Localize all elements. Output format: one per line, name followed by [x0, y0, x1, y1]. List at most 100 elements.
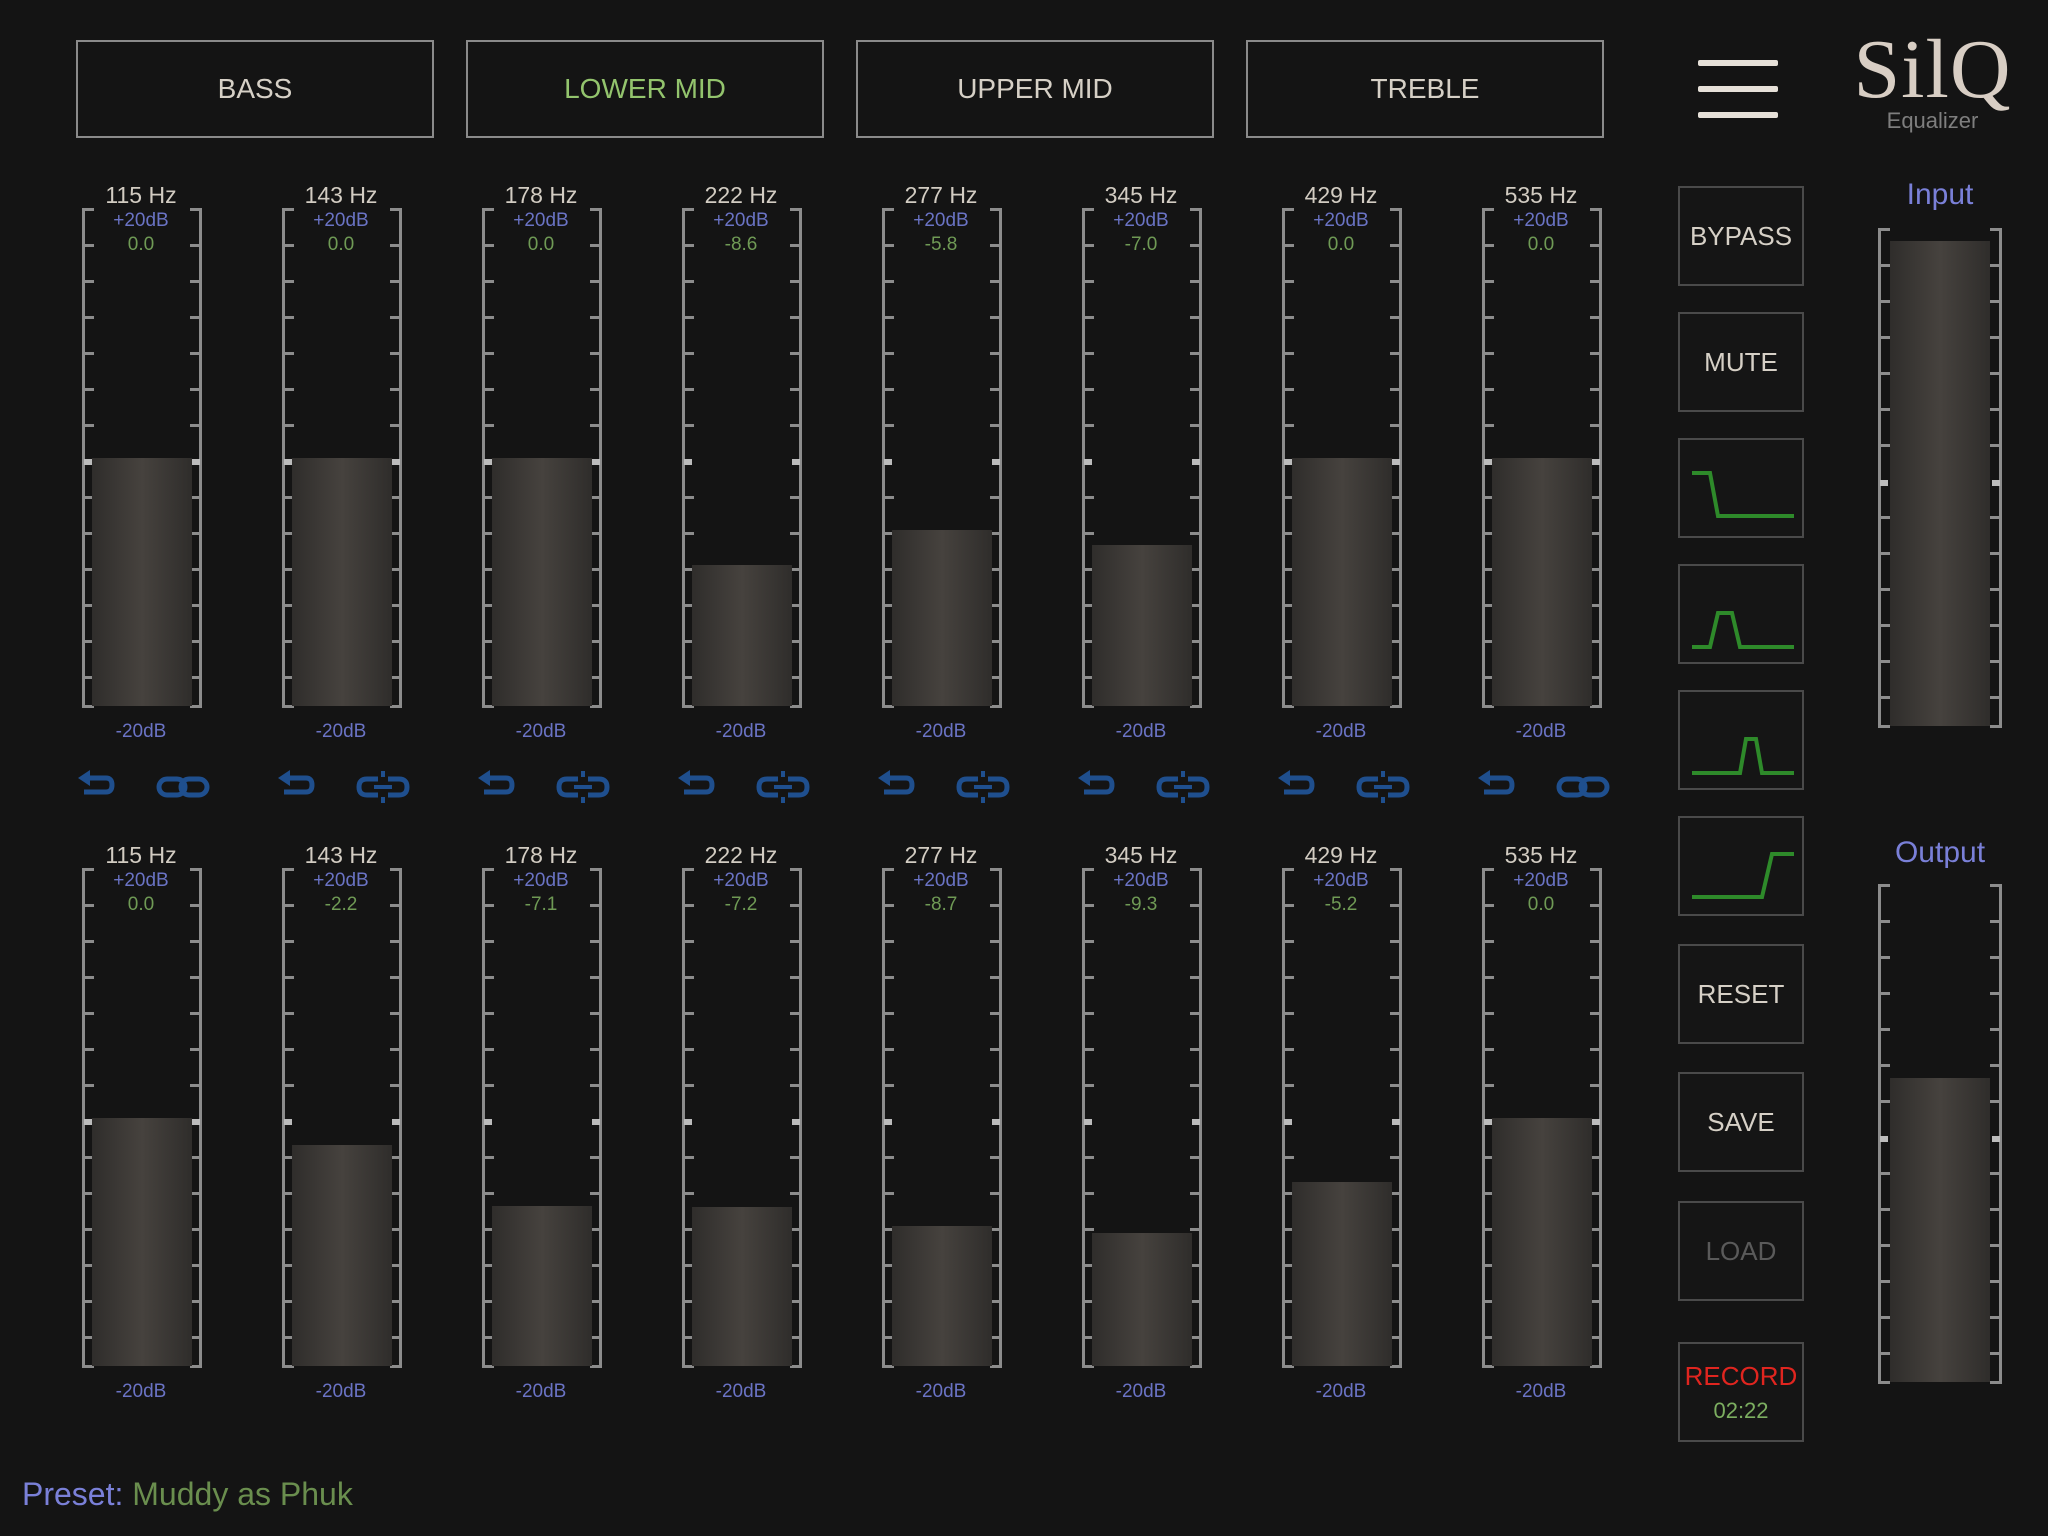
undo-icon[interactable]	[276, 770, 316, 809]
save-button[interactable]: SAVE	[1678, 1072, 1804, 1172]
tab-lower-mid[interactable]: LOWER MID	[466, 40, 824, 138]
mute-button[interactable]: MUTE	[1678, 312, 1804, 412]
slider-level	[492, 1206, 592, 1366]
input-label: Input	[1906, 178, 1974, 211]
narrow-band-filter-button[interactable]	[1678, 690, 1804, 790]
narrow-band-filter-icon	[1692, 737, 1794, 775]
left-band-4-slider[interactable]	[682, 208, 802, 708]
band-frequency: 178 Hz	[504, 842, 578, 868]
slider-level	[92, 1118, 192, 1366]
undo-icon[interactable]	[76, 770, 116, 809]
load-button[interactable]: LOAD	[1678, 1201, 1804, 1301]
low-shelf-filter-button[interactable]	[1678, 438, 1804, 538]
reset-button[interactable]: RESET	[1678, 944, 1804, 1044]
tab-upper-mid[interactable]: UPPER MID	[856, 40, 1214, 138]
output-label: Output	[1894, 836, 1986, 869]
right-band-2-slider[interactable]	[282, 868, 402, 1368]
right-band-6-slider[interactable]	[1082, 868, 1202, 1368]
right-band-5-slider[interactable]	[882, 868, 1002, 1368]
right-band-1-slider[interactable]	[82, 868, 202, 1368]
tab-bass[interactable]: BASS	[76, 40, 434, 138]
undo-icon[interactable]	[1076, 770, 1116, 809]
link-icon[interactable]	[156, 770, 210, 809]
undo-icon[interactable]	[1276, 770, 1316, 809]
output-meter	[1878, 884, 2002, 1384]
meter-level	[1890, 241, 1990, 726]
unlink-icon[interactable]	[1356, 770, 1410, 809]
band-frequency: 115 Hz	[105, 182, 177, 208]
band-frequency: 143 Hz	[304, 842, 378, 868]
bypass-button[interactable]: BYPASS	[1678, 186, 1804, 286]
band-frequency: 277 Hz	[904, 182, 978, 208]
band-min-label: -20dB	[715, 1381, 767, 1402]
band-frequency: 143 Hz	[304, 182, 378, 208]
undo-icon[interactable]	[676, 770, 716, 809]
right-band-7-slider[interactable]	[1282, 868, 1402, 1368]
band-frequency: 178 Hz	[504, 182, 578, 208]
logo-name: SilQ	[1853, 23, 2012, 116]
unlink-icon[interactable]	[356, 770, 410, 809]
unlink-icon[interactable]	[1156, 770, 1210, 809]
left-band-5-slider[interactable]	[882, 208, 1002, 708]
undo-icon[interactable]	[476, 770, 516, 809]
link-icon[interactable]	[1556, 770, 1610, 809]
right-band-4-slider[interactable]	[682, 868, 802, 1368]
band-min-label: -20dB	[1515, 721, 1567, 742]
unlink-icon[interactable]	[956, 770, 1010, 809]
slider-level	[1292, 1182, 1392, 1366]
slider-level	[1092, 1233, 1192, 1366]
left-band-7-slider[interactable]	[1282, 208, 1402, 708]
left-band-8-slider[interactable]	[1482, 208, 1602, 708]
band-min-label: -20dB	[1315, 721, 1367, 742]
left-band-3-slider[interactable]	[482, 208, 602, 708]
tab-treble[interactable]: TREBLE	[1246, 40, 1604, 138]
record-button[interactable]: RECORD 02:22	[1678, 1342, 1804, 1442]
band-frequency: 222 Hz	[704, 182, 778, 208]
low-shelf-filter-icon	[1692, 471, 1794, 518]
band-frequency: 535 Hz	[1504, 182, 1578, 208]
right-band-8-slider[interactable]	[1482, 868, 1602, 1368]
band-pass-filter-button[interactable]	[1678, 564, 1804, 664]
left-band-6-slider[interactable]	[1082, 208, 1202, 708]
left-band-2-slider[interactable]	[282, 208, 402, 708]
band-frequency: 115 Hz	[105, 842, 177, 868]
band-min-label: -20dB	[1115, 721, 1167, 742]
band-frequency: 429 Hz	[1304, 842, 1378, 868]
band-frequency: 277 Hz	[904, 842, 978, 868]
slider-level	[492, 458, 592, 706]
meter-level	[1890, 1078, 1990, 1382]
left-band-1-slider[interactable]	[82, 208, 202, 708]
unlink-icon[interactable]	[756, 770, 810, 809]
preset-display: Preset: Muddy as Phuk	[22, 1476, 353, 1513]
hamburger-menu-icon[interactable]	[1698, 60, 1778, 120]
band-min-label: -20dB	[1315, 1381, 1367, 1402]
preset-label: Preset:	[22, 1476, 124, 1512]
input-meter	[1878, 228, 2002, 728]
right-band-3-slider[interactable]	[482, 868, 602, 1368]
band-min-label: -20dB	[715, 721, 767, 742]
slider-level	[692, 1207, 792, 1366]
band-frequency: 222 Hz	[704, 842, 778, 868]
slider-level	[1492, 458, 1592, 706]
record-timer: 02:22	[1713, 1397, 1769, 1423]
record-label: RECORD	[1684, 1360, 1798, 1391]
band-min-label: -20dB	[115, 721, 167, 742]
band-min-label: -20dB	[515, 1381, 567, 1402]
undo-icon[interactable]	[876, 770, 916, 809]
band-min-label: -20dB	[515, 721, 567, 742]
band-pass-filter-icon	[1692, 611, 1794, 649]
high-shelf-filter-button[interactable]	[1678, 816, 1804, 916]
app-logo: SilQ Equalizer	[1845, 22, 2020, 134]
undo-icon[interactable]	[1476, 770, 1516, 809]
slider-level	[892, 530, 992, 706]
slider-level	[92, 458, 192, 706]
band-min-label: -20dB	[915, 721, 967, 742]
band-min-label: -20dB	[1515, 1381, 1567, 1402]
slider-level	[1492, 1118, 1592, 1366]
band-min-label: -20dB	[315, 721, 367, 742]
band-min-label: -20dB	[1115, 1381, 1167, 1402]
slider-level	[292, 458, 392, 706]
slider-level	[892, 1226, 992, 1366]
preset-name: Muddy as Phuk	[132, 1476, 353, 1512]
unlink-icon[interactable]	[556, 770, 610, 809]
